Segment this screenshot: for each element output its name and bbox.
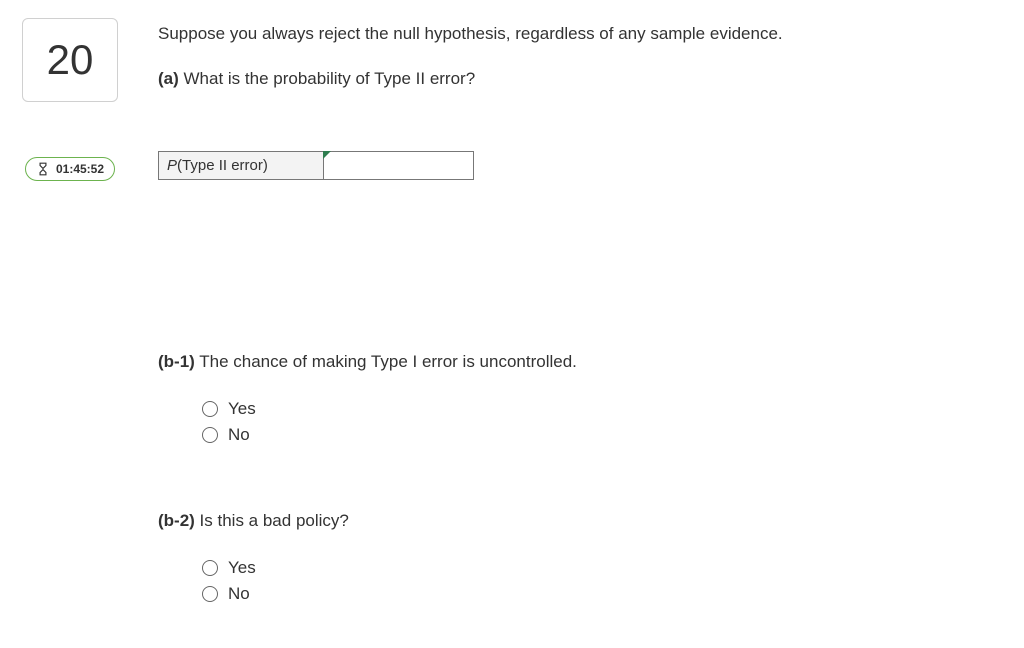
- b1-option-yes[interactable]: Yes: [202, 399, 1004, 419]
- question-intro: Suppose you always reject the null hypot…: [158, 22, 1004, 47]
- label-italic: P: [167, 157, 177, 174]
- part-b1-text: The chance of making Type I error is unc…: [195, 352, 577, 371]
- option-label: No: [228, 425, 250, 445]
- radio-icon: [202, 401, 218, 417]
- timer-pill: 01:45:52: [25, 157, 115, 181]
- part-a: (a) What is the probability of Type II e…: [158, 67, 1004, 92]
- question-content: Suppose you always reject the null hypot…: [140, 0, 1024, 648]
- question-number-box: 20: [22, 18, 118, 102]
- type-ii-error-input[interactable]: [324, 152, 473, 179]
- b2-options: Yes No: [158, 558, 1004, 604]
- part-b2-text: Is this a bad policy?: [195, 511, 349, 530]
- table-row: P(Type II error): [159, 152, 474, 180]
- option-label: Yes: [228, 558, 256, 578]
- b2-option-yes[interactable]: Yes: [202, 558, 1004, 578]
- radio-icon: [202, 427, 218, 443]
- answer-row-label: P(Type II error): [159, 152, 324, 180]
- hourglass-icon: [36, 162, 50, 176]
- part-a-label: (a): [158, 69, 179, 88]
- b2-option-no[interactable]: No: [202, 584, 1004, 604]
- part-b2: (b-2) Is this a bad policy?: [158, 509, 1004, 534]
- part-a-text: What is the probability of Type II error…: [179, 69, 475, 88]
- b1-option-no[interactable]: No: [202, 425, 1004, 445]
- sidebar: 20 01:45:52: [0, 0, 140, 648]
- option-label: No: [228, 584, 250, 604]
- answer-cell: [324, 152, 474, 180]
- answer-table: P(Type II error): [158, 151, 474, 180]
- timer-value: 01:45:52: [56, 162, 104, 176]
- radio-icon: [202, 586, 218, 602]
- radio-icon: [202, 560, 218, 576]
- part-b2-label: (b-2): [158, 511, 195, 530]
- option-label: Yes: [228, 399, 256, 419]
- question-number: 20: [47, 36, 94, 84]
- part-b1: (b-1) The chance of making Type I error …: [158, 350, 1004, 375]
- part-b1-label: (b-1): [158, 352, 195, 371]
- b1-options: Yes No: [158, 399, 1004, 445]
- label-rest: (Type II error): [177, 157, 268, 174]
